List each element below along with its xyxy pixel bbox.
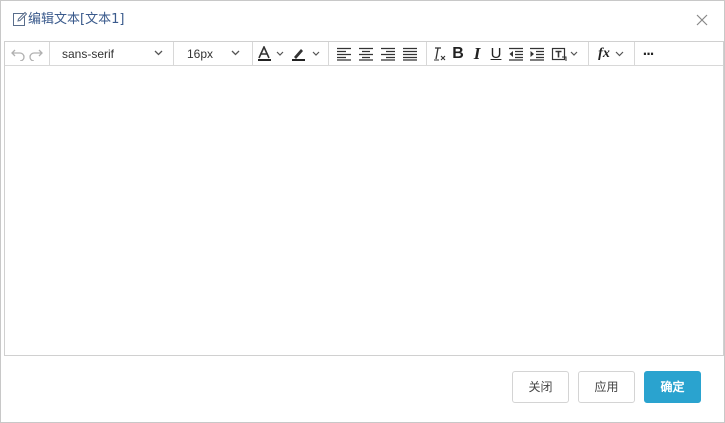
toolbar-separator <box>426 42 427 65</box>
align-justify-button[interactable] <box>400 42 420 65</box>
font-color-icon <box>256 45 286 62</box>
toolbar-separator <box>634 42 635 65</box>
toolbar-separator <box>588 42 589 65</box>
more-button[interactable]: ··· <box>639 42 657 65</box>
confirm-button[interactable]: 确定 <box>644 371 701 403</box>
outdent-icon <box>508 47 524 61</box>
chevron-down-icon <box>154 49 163 57</box>
redo-icon[interactable] <box>27 42 45 65</box>
highlight-button[interactable] <box>289 42 323 65</box>
italic-icon: I <box>473 43 481 63</box>
clear-format-button[interactable] <box>431 42 449 65</box>
close-button[interactable]: 关闭 <box>512 371 569 403</box>
align-right-button[interactable] <box>378 42 398 65</box>
chevron-down-icon <box>231 49 240 57</box>
align-left-icon <box>336 47 352 61</box>
clear-format-icon <box>432 46 448 62</box>
align-center-icon <box>358 47 374 61</box>
highlight-icon <box>290 46 322 62</box>
font-family-value: sans-serif <box>62 46 115 61</box>
chevron-down-icon <box>615 50 624 58</box>
toolbar-separator <box>252 42 253 65</box>
font-color-button[interactable] <box>255 42 287 65</box>
editor-toolbar: sans-serif 16px B I U fx ··· <box>5 42 723 66</box>
outdent-button[interactable] <box>507 42 525 65</box>
underline-button[interactable]: U <box>487 42 505 65</box>
font-family-select[interactable]: sans-serif <box>50 42 172 65</box>
edit-text-dialog: 编辑文本[文本1] sans-serif 16px B I U fx ··· 关… <box>0 0 725 423</box>
rich-text-editor: sans-serif 16px B I U fx ··· <box>4 41 724 356</box>
indent-button[interactable] <box>528 42 546 65</box>
formula-icon: fx <box>598 45 610 61</box>
close-icon[interactable] <box>693 11 711 29</box>
toolbar-separator <box>328 42 329 65</box>
dialog-title: 编辑文本[文本1] <box>28 12 125 27</box>
dialog-titlebar: 编辑文本[文本1] <box>1 1 724 39</box>
align-center-button[interactable] <box>356 42 376 65</box>
font-size-select[interactable]: 16px <box>174 42 251 65</box>
apply-button[interactable]: 应用 <box>578 371 635 403</box>
editor-content-area[interactable] <box>5 66 723 355</box>
bold-icon: B <box>452 44 464 62</box>
insert-textbox-button[interactable] <box>550 42 582 65</box>
indent-icon <box>529 47 545 61</box>
font-size-value: 16px <box>187 46 214 61</box>
underline-icon: U <box>490 45 502 62</box>
align-left-button[interactable] <box>334 42 354 65</box>
edit-icon <box>12 11 28 27</box>
undo-icon[interactable] <box>9 42 27 65</box>
align-right-icon <box>380 47 396 61</box>
italic-button[interactable]: I <box>468 42 486 65</box>
formula-button[interactable]: fx <box>593 42 629 65</box>
align-justify-icon <box>402 47 418 61</box>
insert-textbox-icon <box>551 46 581 62</box>
more-icon: ··· <box>642 46 655 61</box>
bold-button[interactable]: B <box>449 42 467 65</box>
